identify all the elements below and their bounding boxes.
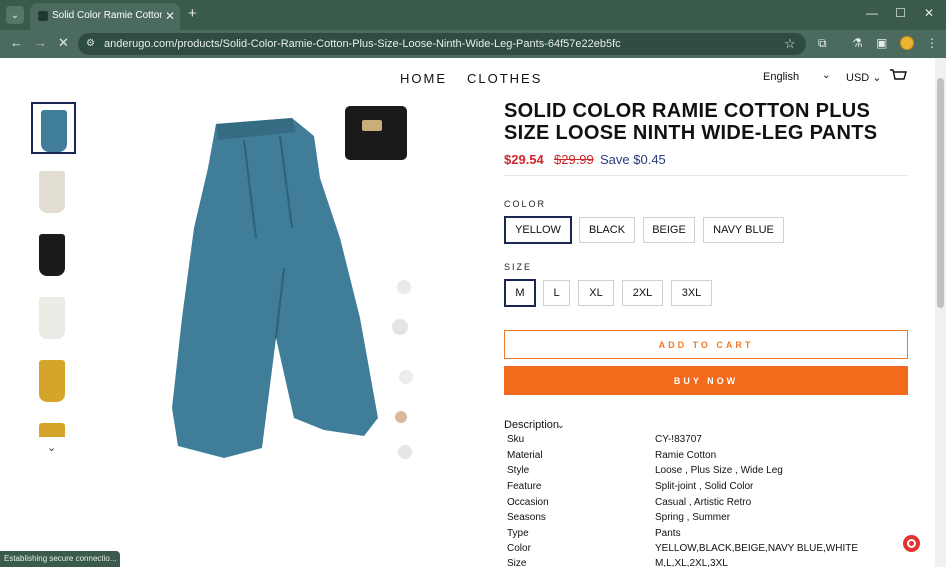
menu-icon[interactable]: ⋮	[926, 36, 938, 50]
spec-value: Split-joint , Solid Color	[655, 481, 754, 492]
chevron-down-icon[interactable]: ⌄	[822, 70, 830, 81]
spec-key: Style	[507, 465, 530, 476]
pants-image	[172, 118, 378, 458]
color-option-navy-blue[interactable]: NAVY BLUE	[703, 217, 784, 243]
currency-select[interactable]: USD ⌄	[846, 71, 882, 84]
savings-text: Save $0.45	[600, 152, 666, 167]
browser-toolbar: ← → ✕ ⚙ anderugo.com/products/Solid-Colo…	[0, 30, 946, 58]
thumbnail-image	[39, 171, 65, 213]
bookmark-star-icon[interactable]: ☆	[784, 36, 796, 52]
handbag-image	[345, 106, 407, 160]
thumbnail-image	[39, 297, 65, 339]
spec-key: Feature	[507, 481, 542, 492]
thumbnail-image	[39, 423, 65, 437]
product-title: SOLID COLOR RAMIE COTTON PLUS SIZE LOOSE…	[504, 100, 878, 144]
extensions-icon[interactable]: ⧉	[818, 36, 827, 51]
size-option-l[interactable]: L	[543, 280, 570, 306]
chevron-down-icon[interactable]: ⌄	[557, 420, 565, 431]
stop-loading-icon[interactable]: ✕	[58, 35, 69, 51]
thumbnail-image	[39, 234, 65, 276]
thumbnail-5[interactable]	[31, 354, 76, 406]
spec-value: Pants	[655, 528, 681, 539]
color-option-black[interactable]: BLACK	[579, 217, 635, 243]
tab-close-icon[interactable]: ✕	[165, 9, 175, 23]
forward-icon[interactable]: →	[34, 35, 47, 50]
thumbnail-image	[39, 360, 65, 402]
thumbnail-2[interactable]	[31, 165, 76, 217]
spec-value: Loose , Plus Size , Wide Leg	[655, 465, 783, 476]
chevron-down-icon: ⌄	[872, 72, 882, 84]
size-option-xl[interactable]: XL	[578, 280, 614, 306]
spec-value: Casual , Artistic Retro	[655, 497, 752, 508]
currency-label: USD	[846, 72, 870, 84]
window-close-icon[interactable]: ✕	[924, 6, 934, 20]
tab-title: Solid Color Ramie Cotton Plus	[52, 10, 162, 21]
product-main-image[interactable]	[164, 102, 414, 470]
sale-price: $29.54	[504, 152, 544, 167]
nav-clothes[interactable]: CLOTHES	[467, 71, 542, 86]
spec-value: M,L,XL,2XL,3XL	[655, 558, 728, 567]
size-label: SIZE	[504, 262, 533, 272]
chat-icon[interactable]	[903, 535, 920, 552]
spec-key: Seasons	[507, 512, 546, 523]
spec-value: CY-!83707	[655, 434, 702, 445]
chat-icon-inner	[907, 539, 916, 548]
description-toggle[interactable]: Description	[504, 419, 559, 431]
spec-value: Ramie Cotton	[655, 450, 717, 461]
spec-value: Spring , Summer	[655, 512, 731, 523]
url-text[interactable]: anderugo.com/products/Solid-Color-Ramie-…	[104, 38, 621, 50]
size-option-2xl[interactable]: 2XL	[622, 280, 663, 306]
address-bar[interactable]: ⚙ anderugo.com/products/Solid-Color-Rami…	[78, 33, 806, 55]
browser-tab[interactable]: Solid Color Ramie Cotton Plus ✕	[30, 3, 180, 30]
thumbnail-3[interactable]	[31, 228, 76, 280]
minimize-icon[interactable]: —	[866, 6, 878, 20]
divider	[504, 175, 907, 176]
thumbnail-1[interactable]	[31, 102, 76, 154]
size-option-m[interactable]: M	[504, 279, 536, 307]
site-info-icon[interactable]: ⚙	[86, 38, 95, 49]
spec-key: Sku	[507, 434, 525, 445]
side-panel-icon[interactable]: ▣	[876, 36, 887, 50]
add-to-cart-button[interactable]: ADD TO CART	[504, 330, 908, 359]
buy-now-button[interactable]: BUY NOW	[504, 366, 908, 395]
new-tab-icon[interactable]: +	[188, 5, 197, 22]
spec-key: Type	[507, 528, 529, 539]
thumbnail-4[interactable]	[31, 291, 76, 343]
spec-key: Color	[507, 543, 531, 554]
spec-key: Material	[507, 450, 543, 461]
favicon-icon	[38, 11, 48, 21]
handbag-clasp	[362, 120, 382, 131]
cart-icon[interactable]	[889, 69, 907, 83]
tab-strip: ⌄ Solid Color Ramie Cotton Plus ✕ + — ☐ …	[0, 0, 946, 30]
language-select[interactable]: English	[763, 71, 799, 83]
thumbnail-6[interactable]	[31, 417, 76, 437]
profile-avatar[interactable]	[900, 36, 914, 50]
thumbnail-image	[41, 110, 67, 152]
flowers-image	[392, 280, 413, 459]
maximize-icon[interactable]: ☐	[895, 6, 906, 20]
color-option-beige[interactable]: BEIGE	[643, 217, 695, 243]
size-option-3xl[interactable]: 3XL	[671, 280, 712, 306]
spec-key: Size	[507, 558, 527, 567]
spec-key: Occasion	[507, 497, 549, 508]
color-label: COLOR	[504, 199, 547, 209]
nav-home[interactable]: HOME	[400, 71, 447, 86]
tab-search-icon[interactable]: ⌄	[6, 6, 24, 24]
page-content: HOME CLOTHES English ⌄ USD ⌄ ⌄ SOLID COL…	[0, 58, 946, 567]
spec-value: YELLOW,BLACK,BEIGE,NAVY BLUE,WHITE	[655, 543, 859, 554]
labs-icon[interactable]: ⚗	[852, 36, 863, 50]
back-icon[interactable]: ←	[10, 35, 23, 50]
browser-window: ⌄ Solid Color Ramie Cotton Plus ✕ + — ☐ …	[0, 0, 946, 567]
thumbnails-down-icon[interactable]: ⌄	[47, 441, 56, 454]
scrollbar-thumb[interactable]	[937, 78, 944, 308]
status-bar: Establishing secure connectio...	[0, 551, 120, 567]
color-option-yellow[interactable]: YELLOW	[504, 216, 572, 244]
compare-price: $29.99	[554, 152, 594, 167]
